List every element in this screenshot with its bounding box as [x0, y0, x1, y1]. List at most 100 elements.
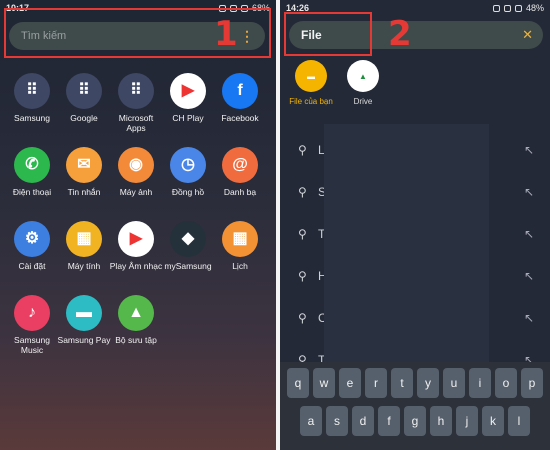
app-label: Danh bạ: [223, 187, 257, 197]
app-icon-item[interactable]: ◉ Máy ảnh: [109, 147, 163, 197]
search-icon: ⚲: [298, 185, 307, 199]
app-icon: f: [222, 73, 258, 109]
app-icon: ▬: [66, 295, 102, 331]
key-r[interactable]: r: [365, 368, 387, 398]
fill-query-arrow-icon[interactable]: ↖: [524, 227, 534, 241]
key-t[interactable]: t: [391, 368, 413, 398]
search-icon: ⚲: [298, 269, 307, 283]
app-icon-item[interactable]: ♪ Samsung Music: [5, 295, 59, 355]
app-icon: ⠿: [118, 73, 154, 109]
key-i[interactable]: i: [469, 368, 491, 398]
app-label: Samsung: [14, 113, 50, 123]
app-icon: ⠿: [66, 73, 102, 109]
clear-icon[interactable]: ✕: [522, 27, 533, 43]
app-icon: ◆: [170, 221, 206, 257]
quick-result-item[interactable]: ▲ Drive: [335, 60, 391, 106]
app-label: Microsoft Apps: [118, 113, 154, 133]
key-h[interactable]: h: [430, 406, 452, 436]
app-icon-item[interactable]: ⠿ Samsung: [5, 73, 59, 123]
alarm-icon: [492, 4, 500, 12]
key-l[interactable]: l: [508, 406, 530, 436]
app-label: Samsung Music: [14, 335, 50, 355]
app-icon: ◉: [118, 147, 154, 183]
battery-level: 48%: [525, 3, 544, 13]
app-icon: @: [222, 147, 258, 183]
search-results-panel: 14:26 48% File ✕ 2 ▬ File của bạn ▲ Drive ⚲…: [280, 0, 550, 450]
app-icon: ⚙: [14, 221, 50, 257]
key-s[interactable]: s: [326, 406, 348, 436]
key-u[interactable]: u: [443, 368, 465, 398]
app-icon-item[interactable]: @ Danh bạ: [213, 147, 267, 197]
app-icon-item[interactable]: ✆ Điện thoại: [5, 147, 59, 197]
app-icon-item[interactable]: ▦ Máy tính: [57, 221, 111, 271]
app-icon: ▦: [222, 221, 258, 257]
quick-result-icon: ▬: [295, 60, 327, 92]
app-icon: ▦: [66, 221, 102, 257]
app-label: Facebook: [221, 113, 259, 123]
fill-query-arrow-icon[interactable]: ↖: [524, 143, 534, 157]
keyboard-row-2: asdfghjkl: [280, 406, 550, 436]
key-d[interactable]: d: [352, 406, 374, 436]
app-icon-item[interactable]: ⠿ Google: [57, 73, 111, 123]
key-g[interactable]: g: [404, 406, 426, 436]
key-w[interactable]: w: [313, 368, 335, 398]
app-icon-item[interactable]: ▬ Samsung Pay: [57, 295, 111, 345]
key-f[interactable]: f: [378, 406, 400, 436]
quick-result-label: File của bạn: [289, 97, 333, 106]
app-label: Play Âm nhạc: [109, 261, 163, 271]
app-icon-item[interactable]: ▦ Lịch: [213, 221, 267, 271]
app-icon: ✉: [66, 147, 102, 183]
app-icon: ♪: [14, 295, 50, 331]
app-label: Samsung Pay: [57, 335, 111, 345]
signal-icon: [514, 4, 522, 12]
app-label: Điện thoại: [12, 187, 52, 197]
app-label: Đồng hồ: [171, 187, 205, 197]
key-e[interactable]: e: [339, 368, 361, 398]
search-icon: ⚲: [298, 227, 307, 241]
key-p[interactable]: p: [521, 368, 543, 398]
quick-result-label: Drive: [353, 97, 373, 106]
key-k[interactable]: k: [482, 406, 504, 436]
home-screen-panel: 10:17 68% Tìm kiếm ⋮ 1 ⠿ Samsung ⠿ Google ⠿ M…: [0, 0, 276, 450]
app-label: CH Play: [172, 113, 204, 123]
keyboard: qwertyuiop asdfghjkl: [280, 362, 550, 450]
app-icon-item[interactable]: ◷ Đồng hồ: [161, 147, 215, 197]
fill-query-arrow-icon[interactable]: ↖: [524, 311, 534, 325]
app-icon: ◷: [170, 147, 206, 183]
key-q[interactable]: q: [287, 368, 309, 398]
app-label: Google: [70, 113, 98, 123]
step-number-1: 1: [214, 14, 238, 54]
step-number-2: 2: [388, 14, 412, 54]
quick-result-item[interactable]: ▬ File của bạn: [283, 60, 339, 106]
fill-query-arrow-icon[interactable]: ↖: [524, 269, 534, 283]
keyboard-row-1: qwertyuiop: [280, 368, 550, 398]
app-icon-item[interactable]: ⚙ Cài đặt: [5, 221, 59, 271]
app-icon: ▶: [118, 221, 154, 257]
redaction-block: [324, 124, 489, 364]
app-label: Máy ảnh: [119, 187, 153, 197]
app-icon: ✆: [14, 147, 50, 183]
app-icon-item[interactable]: ◆ mySamsung: [161, 221, 215, 271]
app-label: Tin nhắn: [67, 187, 101, 197]
search-icon: ⚲: [298, 143, 307, 157]
app-label: Bộ sưu tập: [115, 335, 157, 345]
highlight-box-2: [284, 12, 372, 56]
app-label: Máy tính: [67, 261, 101, 271]
quick-result-icon: ▲: [347, 60, 379, 92]
app-icon-item[interactable]: ✉ Tin nhắn: [57, 147, 111, 197]
key-o[interactable]: o: [495, 368, 517, 398]
key-j[interactable]: j: [456, 406, 478, 436]
app-label: mySamsung: [164, 261, 212, 271]
key-y[interactable]: y: [417, 368, 439, 398]
app-label: Lịch: [232, 261, 248, 271]
app-icon: ⠿: [14, 73, 50, 109]
app-icon-item[interactable]: ▶ Play Âm nhạc: [109, 221, 163, 271]
fill-query-arrow-icon[interactable]: ↖: [524, 185, 534, 199]
search-icon: ⚲: [298, 311, 307, 325]
key-a[interactable]: a: [300, 406, 322, 436]
app-icon-item[interactable]: ▲ Bộ sưu tập: [109, 295, 163, 345]
app-icon-item[interactable]: ⠿ Microsoft Apps: [109, 73, 163, 133]
app-icon-item[interactable]: f Facebook: [213, 73, 267, 123]
app-icon: ▲: [118, 295, 154, 331]
app-icon-item[interactable]: ▶ CH Play: [161, 73, 215, 123]
